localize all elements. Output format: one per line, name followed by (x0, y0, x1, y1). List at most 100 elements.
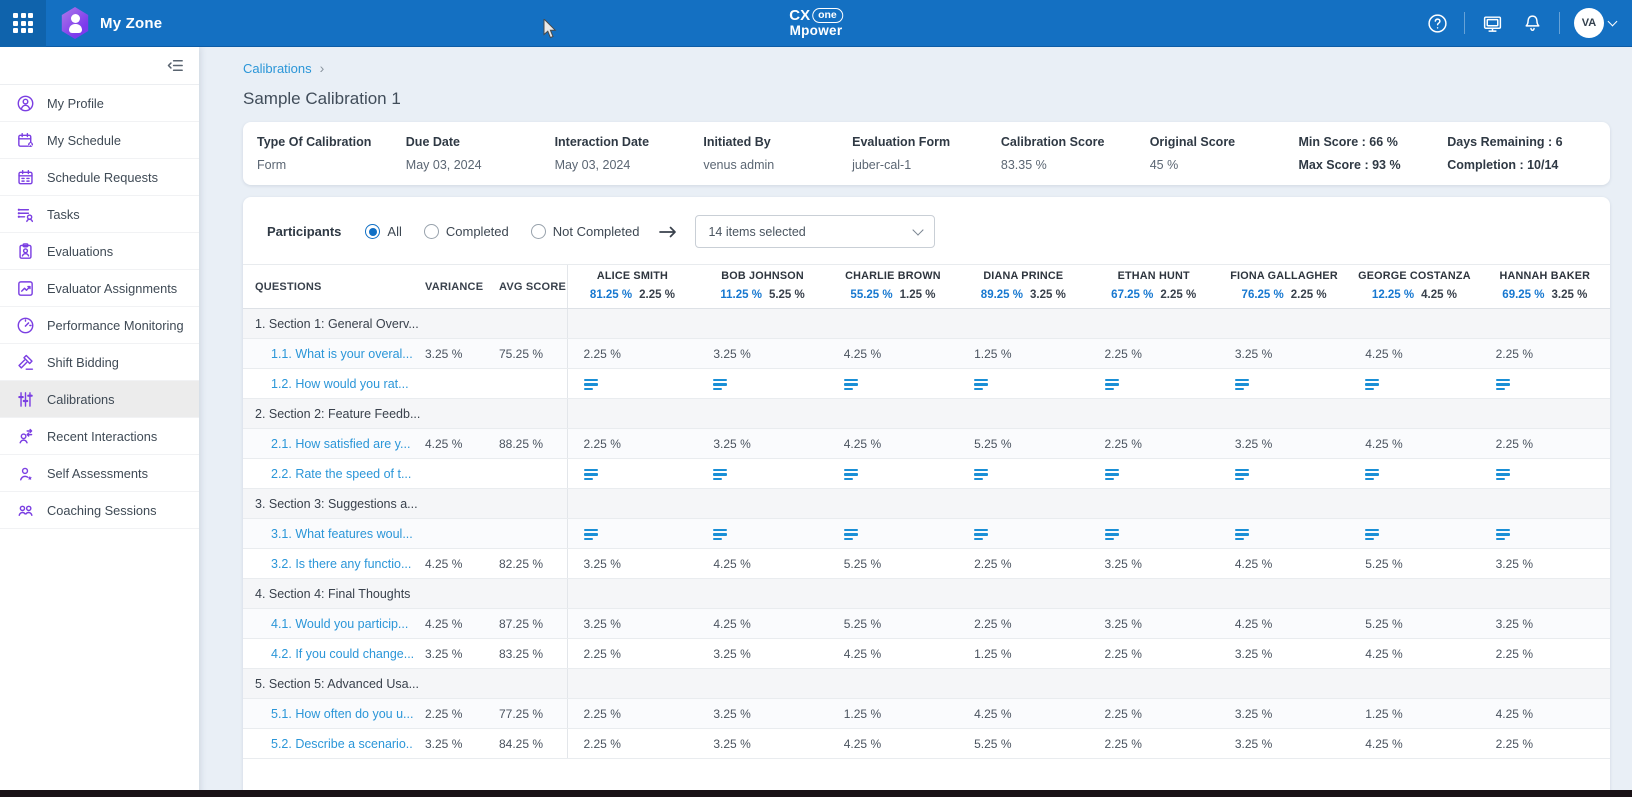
info-field-interaction-date: Interaction DateMay 03, 2024 (555, 135, 704, 172)
self-assessments-icon (16, 464, 35, 483)
question-link[interactable]: 1.2. How would you rat... (271, 377, 409, 391)
section-row-spacer (567, 669, 1610, 699)
info-field-initiated-by: Initiated Byvenus admin (703, 135, 852, 172)
participant-name: FIONA GALLAGHER (1219, 270, 1349, 282)
score-cell: 5.25 % (1349, 609, 1479, 639)
calibrations-icon (16, 390, 35, 409)
page-title: Sample Calibration 1 (243, 89, 1610, 109)
sidebar-item-shift-bidding[interactable]: Shift Bidding (0, 344, 199, 381)
comment-icon[interactable] (1496, 529, 1510, 540)
sidebar-item-evaluator-assignments[interactable]: Evaluator Assignments (0, 270, 199, 307)
comment-icon[interactable] (1235, 469, 1249, 480)
comment-icon[interactable] (974, 529, 988, 540)
comment-icon[interactable] (713, 379, 727, 390)
comment-icon[interactable] (844, 529, 858, 540)
sidebar-item-recent-interactions[interactable]: Recent Interactions (0, 418, 199, 455)
radio-all[interactable]: All (365, 224, 401, 239)
comment-icon[interactable] (844, 379, 858, 390)
sidebar-item-evaluations[interactable]: Evaluations (0, 233, 199, 270)
score-cell (567, 459, 697, 489)
score-cell: 3.25 % (1219, 639, 1349, 669)
comment-icon[interactable] (713, 529, 727, 540)
breadcrumb-calibrations-link[interactable]: Calibrations (243, 61, 312, 76)
column-header-variance: VARIANCE (413, 265, 487, 309)
variance-cell (413, 369, 487, 399)
sidebar-item-tasks[interactable]: Tasks (0, 196, 199, 233)
comment-icon[interactable] (1235, 529, 1249, 540)
evaluations-icon (16, 242, 35, 261)
sidebar-item-my-profile[interactable]: My Profile (0, 85, 199, 122)
sidebar-item-calibrations[interactable]: Calibrations (0, 381, 199, 418)
comment-icon[interactable] (1496, 379, 1510, 390)
question-link[interactable]: 5.2. Describe a scenario... (271, 737, 413, 751)
notifications-button[interactable] (1519, 10, 1545, 36)
comment-icon[interactable] (1365, 469, 1379, 480)
comment-icon[interactable] (1365, 379, 1379, 390)
score-cell (958, 519, 1088, 549)
info-field-value: May 03, 2024 (406, 158, 555, 172)
section-row: 3. Section 3: Suggestions a... (243, 489, 1610, 519)
radio-completed[interactable]: Completed (424, 224, 509, 239)
sidebar-item-schedule-requests[interactable]: Schedule Requests (0, 159, 199, 196)
comment-icon[interactable] (1235, 379, 1249, 390)
question-link[interactable]: 3.1. What features woul... (271, 527, 413, 541)
participants-dropdown[interactable]: 14 items selected (695, 215, 935, 248)
score-cell: 2.25 % (567, 639, 697, 669)
questions-table: QUESTIONS VARIANCE AVG SCORE ALICE SMITH… (243, 264, 1610, 759)
question-link[interactable]: 1.1. What is your overal... (271, 347, 413, 361)
score-cell: 3.25 % (697, 339, 827, 369)
question-link[interactable]: 5.1. How often do you u... (271, 707, 413, 721)
info-field-value: Completion : 10/14 (1447, 158, 1596, 172)
question-link[interactable]: 2.2. Rate the speed of t... (271, 467, 411, 481)
cxone-mpower-logo: CXone Mpower (789, 8, 843, 38)
participant-score: 12.25 % (1372, 289, 1414, 301)
sidebar-item-coaching-sessions[interactable]: Coaching Sessions (0, 492, 199, 529)
score-cell: 2.25 % (567, 729, 697, 759)
sidebar-item-label: Self Assessments (47, 466, 148, 481)
sidebar-item-label: My Schedule (47, 133, 121, 148)
help-button[interactable] (1424, 10, 1450, 36)
topbar-divider (1464, 12, 1465, 34)
score-cell: 4.25 % (697, 609, 827, 639)
avg-score-cell: 82.25 % (487, 549, 567, 579)
comment-icon[interactable] (1496, 469, 1510, 480)
comment-icon[interactable] (1365, 529, 1379, 540)
question-link[interactable]: 4.2. If you could change... (271, 647, 413, 661)
score-cell (1349, 459, 1479, 489)
comment-icon[interactable] (584, 469, 598, 480)
screen-share-button[interactable] (1479, 10, 1505, 36)
sidebar-item-self-assessments[interactable]: Self Assessments (0, 455, 199, 492)
question-link[interactable]: 4.1. Would you particip... (271, 617, 408, 631)
sidebar-item-performance-monitoring[interactable]: Performance Monitoring (0, 307, 199, 344)
comment-icon[interactable] (584, 529, 598, 540)
comment-icon[interactable] (844, 469, 858, 480)
comment-icon[interactable] (584, 379, 598, 390)
participant-variance: 1.25 % (900, 289, 936, 301)
section-row: 5. Section 5: Advanced Usa... (243, 669, 1610, 699)
score-cell: 4.25 % (1219, 609, 1349, 639)
participant-variance: 4.25 % (1421, 289, 1457, 301)
main-content: Calibrations › Sample Calibration 1 Type… (199, 47, 1632, 797)
collapse-sidebar-icon (166, 56, 185, 75)
score-cell: 2.25 % (958, 609, 1088, 639)
participant-name: CHARLIE BROWN (828, 270, 958, 282)
sidebar-collapse-button[interactable] (166, 56, 185, 75)
radio-not-completed[interactable]: Not Completed (531, 224, 640, 239)
app-launcher-button[interactable] (0, 0, 46, 47)
question-link[interactable]: 3.2. Is there any functio... (271, 557, 411, 571)
comment-icon[interactable] (974, 379, 988, 390)
score-cell (828, 519, 958, 549)
user-menu-button[interactable]: VA (1574, 8, 1616, 38)
comment-icon[interactable] (1105, 379, 1119, 390)
comment-icon[interactable] (974, 469, 988, 480)
question-link[interactable]: 2.1. How satisfied are y... (271, 437, 410, 451)
score-cell: 3.25 % (697, 429, 827, 459)
screen-share-icon (1482, 13, 1503, 34)
comment-icon[interactable] (713, 469, 727, 480)
avg-score-cell: 84.25 % (487, 729, 567, 759)
info-field-label: Calibration Score (1001, 135, 1150, 149)
comment-icon[interactable] (1105, 469, 1119, 480)
sidebar-item-my-schedule[interactable]: My Schedule (0, 122, 199, 159)
chevron-down-icon (1608, 17, 1618, 27)
comment-icon[interactable] (1105, 529, 1119, 540)
